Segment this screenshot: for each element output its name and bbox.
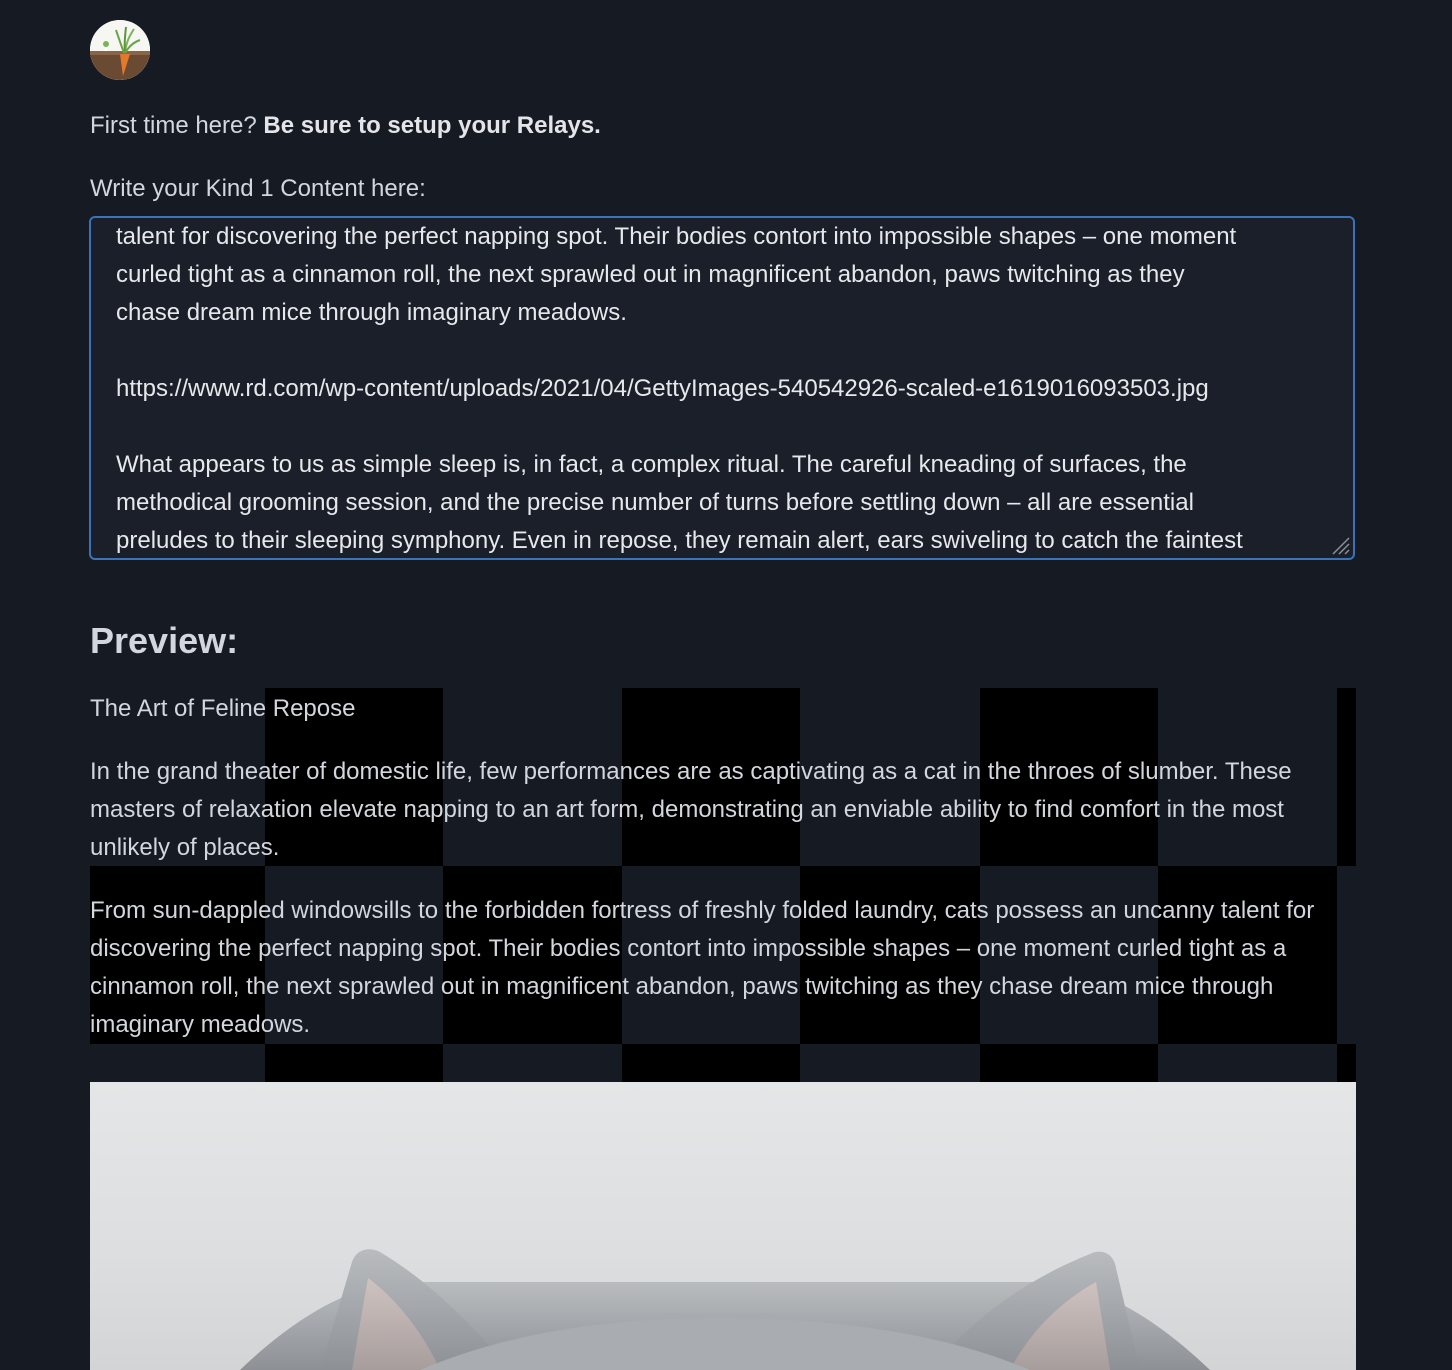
editor-line bbox=[116, 332, 1341, 370]
intro-question: First time here? bbox=[90, 112, 257, 139]
kind1-content-textarea[interactable]: talent for discovering the perfect nappi… bbox=[89, 216, 1355, 560]
editor-line: methodical grooming session, and the pre… bbox=[116, 489, 1194, 516]
editor-line: talent for discovering the perfect nappi… bbox=[116, 223, 1237, 250]
editor-line: https://www.rd.com/wp-content/uploads/20… bbox=[116, 375, 1209, 402]
page: First time here? Be sure to setup your R… bbox=[0, 0, 1452, 1370]
preview-body: The Art of Feline Repose In the grand th… bbox=[90, 690, 1356, 1044]
content-label: Write your Kind 1 Content here: bbox=[90, 175, 426, 202]
editor-line: chase dream mice through imaginary meado… bbox=[116, 299, 627, 326]
textarea-content: talent for discovering the perfect nappi… bbox=[116, 218, 1341, 558]
preview-paragraph: From sun-dappled windowsills to the forb… bbox=[90, 897, 1315, 1038]
editor-line bbox=[116, 408, 1341, 446]
editor-line: curled tight as a cinnamon roll, the nex… bbox=[116, 261, 1185, 288]
preview-paragraph: In the grand theater of domestic life, f… bbox=[90, 758, 1292, 861]
setup-relays-link[interactable]: Be sure to setup your Relays. bbox=[263, 112, 600, 139]
editor-line: preludes to their sleeping symphony. Eve… bbox=[116, 527, 1243, 554]
preview-heading: Preview: bbox=[90, 620, 239, 661]
relay-setup-notice: First time here? Be sure to setup your R… bbox=[90, 110, 601, 142]
cat-photo bbox=[90, 1082, 1356, 1370]
editor-line: What appears to us as simple sleep is, i… bbox=[116, 451, 1187, 478]
resize-handle-icon[interactable] bbox=[1328, 533, 1350, 555]
preview-title: The Art of Feline Repose bbox=[90, 695, 356, 722]
carrot-logo-icon bbox=[90, 20, 150, 80]
avatar[interactable] bbox=[90, 20, 150, 80]
cat-image-icon bbox=[240, 1249, 1210, 1370]
